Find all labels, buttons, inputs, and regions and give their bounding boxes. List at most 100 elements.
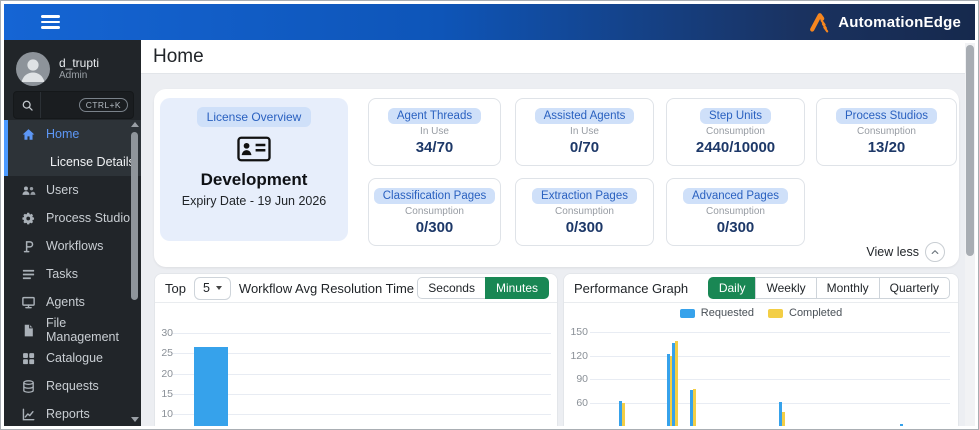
legend-label-requested: Requested [700,307,754,319]
y-tick-label: 20 [161,367,173,380]
stat-card-classification-pages: Classification Pages Consumption 0/300 [368,178,501,246]
monthly-button[interactable]: Monthly [815,277,880,299]
sidebar-item-label: Catalogue [46,351,103,365]
sidebar-item-tasks[interactable]: Tasks [4,260,141,288]
sidebar-item-license-details[interactable]: License Details [8,148,141,176]
search-icon[interactable] [14,92,41,118]
sidebar-item-label: Workflows [46,239,104,253]
license-expiry: Expiry Date - 19 Jun 2026 [181,194,327,208]
perf-bar-completed [782,411,785,426]
chart-legend: Requested Completed [564,305,958,321]
perf-bar-completed [622,403,625,426]
stat-value: 13/20 [867,139,906,156]
user-profile[interactable]: d_trupti Admin [16,52,99,86]
gridline [590,379,950,381]
sidebar-item-agents[interactable]: Agents [4,288,141,316]
workflow-chart-header: Top 5 Workflow Avg Resolution Time Secon… [155,274,557,303]
performance-graph-panel: 150 120 90 60 Performance Graph Daily Weekl… [563,273,959,426]
unit-toggle-group: Seconds Minutes [417,277,549,299]
stat-card-step-units: Step Units Consumption 2440/10000 [666,98,805,166]
user-avatar-icon [16,52,50,86]
sidebar-item-label: File Management [46,316,119,344]
workflow-resolution-panel: 30 25 20 15 10 Top 5 Workflow Avg Resolution… [154,273,558,426]
chevron-up-icon [925,242,945,262]
minutes-button[interactable]: Minutes [484,277,549,299]
stat-title: Assisted Agents [534,108,635,124]
sidebar-item-process-studio[interactable]: Process Studio [4,204,141,232]
y-tick-label: 10 [161,408,173,421]
stat-card-process-studios: Process Studios Consumption 13/20 [816,98,957,166]
stat-title: Process Studios [835,108,938,124]
gridline [172,414,551,416]
sidebar-item-label: Home [46,127,80,141]
stat-metric: Consumption [706,206,765,217]
monitor-icon [20,294,36,310]
sidebar-item-label: Process Studio [46,211,131,225]
stat-value: 34/70 [415,139,454,156]
page-title: Home [153,45,204,67]
stat-metric: Consumption [555,206,614,217]
stat-metric: Consumption [405,206,464,217]
performance-header: Performance Graph Daily Weekly Monthly Q… [564,274,958,303]
perf-bar-completed [675,341,678,426]
sidebar-item-reports[interactable]: Reports [4,400,141,426]
stat-title: Extraction Pages [532,188,637,204]
chart-line-icon [20,406,36,422]
sidebar-scrollbar-thumb[interactable] [131,132,138,300]
sidebar-item-requests[interactable]: Requests [4,372,141,400]
page-header: Home [141,40,975,74]
sidebar-item-label: Tasks [46,267,78,281]
daily-button[interactable]: Daily [707,277,757,299]
stat-metric: Consumption [857,126,916,137]
sidebar-item-home[interactable]: Home [8,120,141,148]
nav-group-home: Home License Details [4,120,141,176]
gridline [172,353,551,355]
menu-toggle-button[interactable] [41,15,60,29]
stat-card-assisted-agents: Assisted Agents In Use 0/70 [515,98,654,166]
perf-bar-completed [693,388,696,426]
weekly-button[interactable]: Weekly [755,277,817,299]
tasks-list-icon [20,266,36,282]
scroll-up-arrow-icon[interactable] [131,122,139,127]
quarterly-button[interactable]: Quarterly [878,277,950,299]
y-tick-label: 90 [576,373,588,386]
sidebar-item-file-management[interactable]: File Management [4,316,141,344]
home-icon [20,126,36,142]
stat-title: Advanced Pages [683,188,788,204]
main-scrollbar[interactable] [965,43,975,426]
main-scrollbar-thumb[interactable] [966,45,974,256]
license-overview-badge: License Overview [196,107,312,127]
chevron-down-icon [215,286,222,290]
user-role: Admin [59,70,88,81]
top-n-select[interactable]: 5 [193,276,231,300]
search-input[interactable] [41,99,79,111]
search-shortcut-badge: CTRL+K [78,98,128,112]
stat-metric: Consumption [706,126,765,137]
brand-logo: AutomationEdge [809,4,961,40]
scroll-down-arrow-icon[interactable] [131,417,139,422]
y-tick-label: 25 [161,347,173,360]
sidebar-search: CTRL+K [13,91,134,119]
performance-title: Performance Graph [574,280,689,296]
stat-title: Step Units [699,108,772,124]
license-overview-panel: License Overview Development Expiry Date… [154,89,959,267]
sidebar-item-label: License Details [50,155,135,169]
stat-value: 2440/10000 [695,139,776,156]
stat-card-agent-threads: Agent Threads In Use 34/70 [368,98,501,166]
sidebar-nav: Home License Details Users Process Studi… [4,120,141,426]
brand-name: AutomationEdge [838,13,961,31]
workflow-icon [20,238,36,254]
gridline [172,373,551,375]
sidebar-item-workflows[interactable]: Workflows [4,232,141,260]
grid-icon [20,350,36,366]
stat-value: 0/300 [415,219,454,236]
sidebar-scrollbar[interactable] [130,120,139,424]
sidebar-item-catalogue[interactable]: Catalogue [4,344,141,372]
view-less-toggle[interactable]: View less [866,242,945,262]
sidebar-item-label: Requests [46,379,99,393]
top-n-value: 5 [202,281,210,295]
seconds-button[interactable]: Seconds [417,277,486,299]
stat-title: Agent Threads [387,108,482,124]
file-icon [20,322,36,338]
sidebar-item-users[interactable]: Users [4,176,141,204]
